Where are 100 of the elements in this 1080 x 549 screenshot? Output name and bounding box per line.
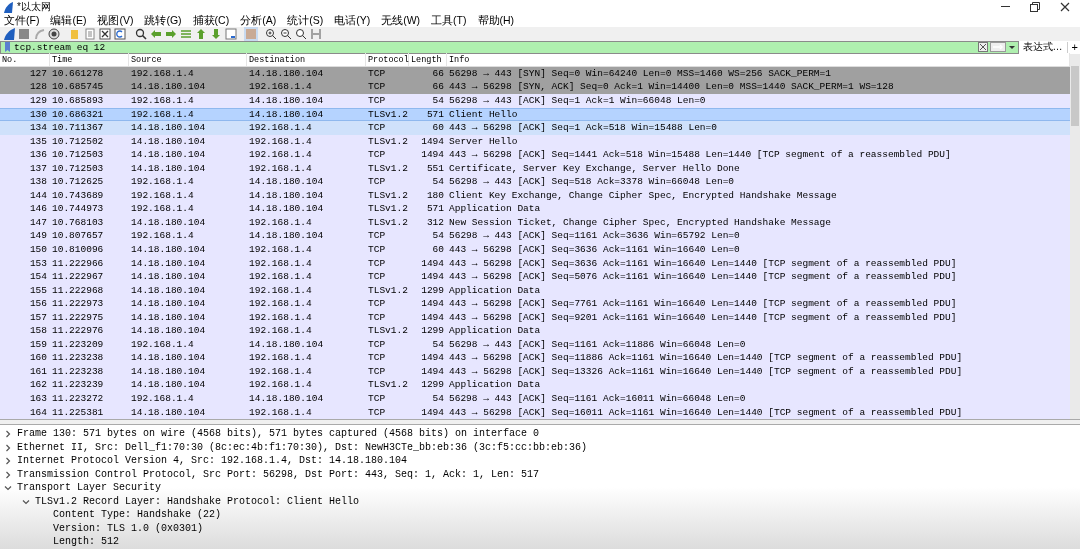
menu-item[interactable]: 视图(V)	[97, 15, 134, 26]
table-cell-text: 443 → 56298 [ACK] Seq=1 Ack=518 Win=15488 Len=0	[448, 123, 718, 133]
arrow-down-icon[interactable]	[210, 27, 222, 40]
column-header[interactable]: No.	[0, 53, 50, 67]
table-cell-text: 10.712503	[51, 163, 105, 174]
table-cell-text: 147	[28, 217, 48, 228]
table-cell-text: 157	[28, 312, 48, 323]
chevron-right-icon[interactable]	[4, 470, 12, 479]
table-cell-text: 14.18.180.104	[130, 326, 207, 336]
clear-icon[interactable]	[977, 42, 988, 53]
menu-item[interactable]: 工具(T)	[431, 15, 467, 26]
table-cell-text: TCP	[367, 339, 387, 350]
table-cell-text: Client Hello	[448, 109, 519, 119]
table-cell-text: 11.222966	[51, 258, 105, 269]
packet-row[interactable]: 138 10.712625 192.168.1.4 14.18.180.104 TCP 54 56298 → 443 [ACK] Seq=518 Ack=3378 Win=66048 Len=0	[0, 175, 1070, 189]
packet-row[interactable]: 128 10.685745 14.18.180.104 192.168.1.4 TCP 66 443 → 56298 [SYN, ACK] Seq=0 Ack=1 Win=14400 Len=0 MSS=1440 SACK_PERM=1 WS=128	[0, 80, 1070, 94]
chevron-right-icon[interactable]	[4, 457, 12, 466]
menu-item[interactable]: 跳转(G)	[144, 15, 182, 26]
table-cell-text: 180	[425, 190, 445, 201]
reload-icon[interactable]	[114, 27, 126, 40]
zoom-reset-icon[interactable]	[295, 27, 307, 40]
search-icon[interactable]	[135, 27, 147, 40]
table-cell-text: 443 → 56298 [ACK] Seq=3636 Ack=1161 Win=16640 Len=0	[448, 245, 741, 255]
tree-item[interactable]: Internet Protocol Version 4, Src: 192.168.1.4, Dst: 14.18.180.104	[17, 456, 408, 467]
chevron-down-icon[interactable]	[22, 497, 30, 506]
tree-item[interactable]: Content Type: Handshake (22)	[53, 510, 222, 521]
restore-icon[interactable]	[1030, 2, 1040, 12]
add-button[interactable]: +	[1066, 41, 1078, 53]
menu-item[interactable]: 编辑(E)	[50, 15, 87, 26]
bookmark-icon[interactable]	[3, 42, 12, 53]
scrollbar-thumb[interactable]	[1071, 65, 1079, 126]
table-cell-text: TLSv1.2	[367, 190, 409, 201]
table-cell-text: 160	[28, 353, 48, 363]
packet-row[interactable]: 149 10.807657 192.168.1.4 14.18.180.104 TCP 54 56298 → 443 [ACK] Seq=1161 Ack=3636 Win=65792 Len=0	[0, 229, 1070, 243]
scrollbar[interactable]	[1070, 53, 1080, 420]
table-cell-text: 14.18.180.104	[130, 245, 207, 255]
packet-row[interactable]: 136 10.712503 14.18.180.104 192.168.1.4 TCP 1494 443 → 56298 [ACK] Seq=1441 Ack=518 Win=15488 Len=1440 [TCP segment of a reassembled PDU]	[0, 148, 1070, 162]
table-cell-text: TCP	[367, 231, 387, 241]
packet-row[interactable]: 146 10.744973 192.168.1.4 14.18.180.104 TLSv1.2 571 Application Data	[0, 202, 1070, 216]
column-header[interactable]: Source	[129, 53, 247, 67]
zoom-out-icon[interactable]	[280, 27, 292, 40]
tree-item[interactable]: Length: 512	[53, 537, 119, 548]
expression-button[interactable]: 表达式…	[1022, 42, 1063, 53]
table-cell-text: 14.18.180.104	[130, 258, 207, 269]
packet-row[interactable]: 134 10.711367 14.18.180.104 192.168.1.4 TCP 60 443 → 56298 [ACK] Seq=1 Ack=518 Win=15488 Len=0	[0, 121, 1070, 135]
table-cell-text: TCP	[367, 123, 387, 133]
tree-item[interactable]: Transmission Control Protocol, Src Port: 56298, Dst Port: 443, Seq: 1, Ack: 1, Len: 517	[17, 469, 540, 480]
table-cell-text: 571	[425, 204, 445, 214]
menu-item[interactable]: 文件(F)	[4, 15, 40, 26]
packet-row[interactable]: 154 11.222967 14.18.180.104 192.168.1.4 TCP 1494 443 → 56298 [ACK] Seq=5076 Ack=1161 Win=16640 Len=1440 [TCP segment of a reassembled PDU]	[0, 270, 1070, 284]
packet-row[interactable]: 162 11.223239 14.18.180.104 192.168.1.4 TLSv1.2 1299 Application Data	[0, 378, 1070, 392]
packet-row[interactable]: 160 11.223238 14.18.180.104 192.168.1.4 TCP 1494 443 → 56298 [ACK] Seq=11886 Ack=1161 Win=16640 Len=1440 [TCP segment of a reassembled PDU]	[0, 351, 1070, 365]
tree-item[interactable]: Transport Layer Security	[17, 483, 162, 494]
stop-icon[interactable]	[18, 27, 30, 40]
chevron-right-icon[interactable]	[4, 443, 12, 452]
table-cell-text: 192.168.1.4	[130, 190, 195, 201]
table-cell-text: 10.711367	[51, 123, 105, 133]
menu-item[interactable]: 统计(S)	[287, 15, 324, 26]
gear-icon[interactable]	[48, 27, 60, 40]
table-cell-text: 443 → 56298 [ACK] Seq=1441 Ack=518 Win=15488 Len=1440 [TCP segment of a reassembled PDU]	[448, 150, 952, 160]
column-header[interactable]: Time	[50, 53, 129, 67]
menu-item[interactable]: 分析(A)	[240, 15, 277, 26]
table-cell-text: 14.18.180.104	[130, 380, 207, 390]
table-cell-text: 14.18.180.104	[130, 82, 207, 92]
menu-item[interactable]: 帮助(H)	[477, 15, 515, 26]
menu-item[interactable]: 捕获(C)	[192, 15, 230, 26]
tree-item[interactable]: Version: TLS 1.0 (0x0301)	[53, 523, 204, 534]
zoom-in-icon[interactable]	[265, 27, 277, 40]
tree-item[interactable]: Ethernet II, Src: Dell_f1:70:30 (8c:ec:4b:f1:70:30), Dst: NewH3CTe_bb:eb:36 (3c:f5:cc:bb:eb:36)	[17, 442, 588, 453]
table-cell-text: 11.223272	[51, 394, 105, 404]
table-cell-text: 56298 → 443 [ACK] Seq=518 Ack=3378 Win=66048 Len=0	[448, 177, 736, 187]
tree-item[interactable]: Frame 130: 571 bytes on wire (4568 bits), 571 bytes captured (4568 bits) on interface 0	[17, 429, 540, 440]
arrow-up-icon[interactable]	[195, 27, 207, 40]
table-cell-text: 14.18.180.104	[130, 136, 207, 147]
menu-item[interactable]: 电话(Y)	[334, 15, 371, 26]
table-cell-text: 1299	[420, 380, 445, 390]
table-cell-text: 128	[28, 82, 48, 92]
minimize-icon[interactable]	[1000, 6, 1010, 8]
list-icon[interactable]	[225, 27, 237, 40]
table-cell-text: 11.222975	[51, 312, 105, 323]
column-header[interactable]: Protocol	[366, 53, 409, 67]
table-cell-text: 192.168.1.4	[130, 68, 195, 79]
chevron-down-icon[interactable]	[4, 484, 12, 493]
close-file-icon[interactable]	[99, 27, 111, 40]
column-header[interactable]: Destination	[247, 53, 366, 67]
table-cell-text: 443 → 56298 [ACK] Seq=13326 Ack=1161 Win=16640 Len=1440 [TCP segment of a reassembled PDU]	[448, 366, 964, 377]
table-cell-text: 192.168.1.4	[248, 245, 313, 255]
fin-icon[interactable]	[3, 27, 15, 40]
table-cell-text: 1494	[420, 150, 445, 160]
packet-row[interactable]: 158 11.222976 14.18.180.104 192.168.1.4 TLSv1.2 1299 Application Data	[0, 324, 1070, 338]
chevron-right-icon[interactable]	[4, 430, 12, 439]
menu-item[interactable]: 无线(W)	[381, 15, 421, 26]
table-cell-text: 14.18.180.104	[130, 217, 207, 228]
table-cell-text: 1494	[420, 366, 445, 377]
column-header[interactable]: Length	[409, 53, 447, 67]
tree-item[interactable]: TLSv1.2 Record Layer: Handshake Protocol: Client Hello	[35, 496, 360, 507]
packet-row[interactable]: 156 11.222973 14.18.180.104 192.168.1.4 TCP 1494 443 → 56298 [ACK] Seq=7761 Ack=1161 Win=16640 Len=1440 [TCP segment of a reassembled PDU]	[0, 297, 1070, 311]
arrow-right-icon[interactable]	[165, 27, 177, 40]
table-cell-text: 14.18.180.104	[130, 407, 207, 418]
close-icon[interactable]	[1060, 2, 1070, 12]
